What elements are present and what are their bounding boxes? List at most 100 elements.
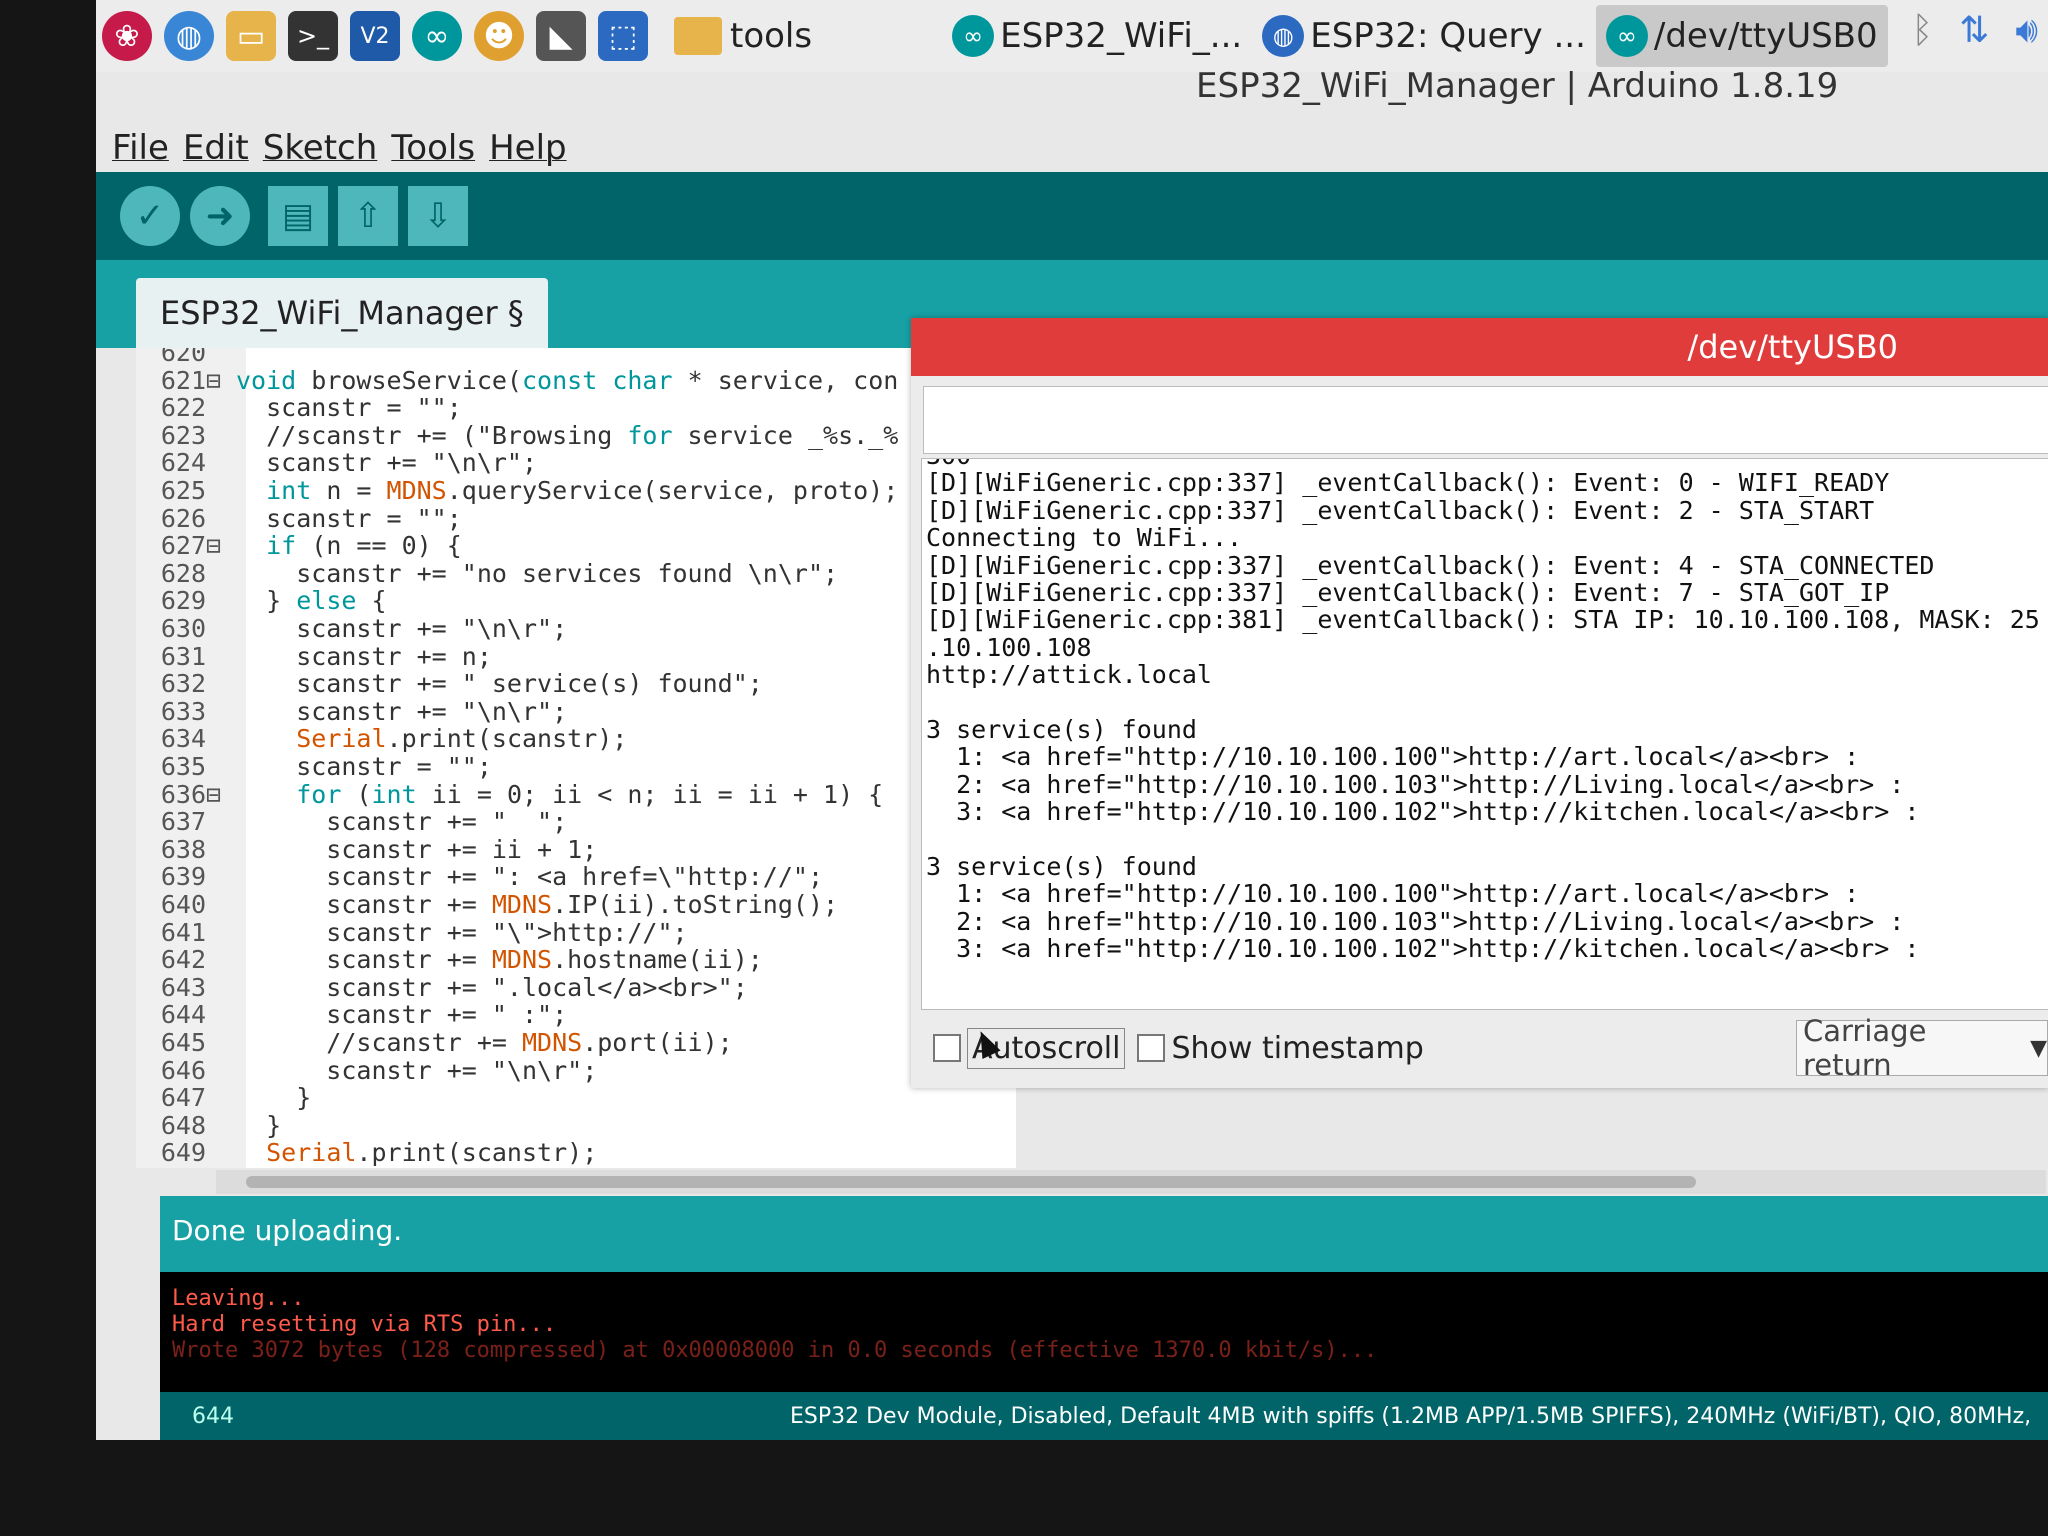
vnc-icon[interactable]: V2 [350, 11, 400, 61]
line-number: 623 [160, 420, 206, 450]
screen-select-icon[interactable]: ⬚ [598, 11, 648, 61]
footer-bar: 644 ESP32 Dev Module, Disabled, Default … [160, 1392, 2048, 1440]
status-message: Done uploading. [172, 1214, 403, 1247]
code-text: scanstr += " "; [236, 807, 568, 837]
line-number: 625 [160, 476, 206, 505]
code-line: 634 Serial.print(scanstr); [136, 724, 628, 753]
line-number: 626 [160, 503, 206, 533]
menu-sketch[interactable]: Sketch [263, 128, 378, 168]
code-text: } [236, 1110, 282, 1140]
menu-tools[interactable]: Tools [391, 128, 475, 168]
status-bar: Done uploading. [160, 1196, 2048, 1272]
task-label: ESP32: Query ... [1310, 16, 1586, 56]
code-text: for (int ii = 0; ii < n; ii = ii + 1) { [296, 779, 884, 809]
bluetooth-icon[interactable]: ᛒ [1912, 10, 1934, 52]
code-text: scanstr += "no services found \n\r"; [236, 558, 839, 588]
code-text: scanstr += " :"; [236, 1000, 568, 1030]
task-esp32-wifi[interactable]: ∞ ESP32_WiFi_... [942, 5, 1252, 67]
show-timestamp-checkbox[interactable] [1137, 1034, 1166, 1062]
task-esp32-query[interactable]: ◍ ESP32: Query ... [1252, 5, 1596, 67]
task-serial-monitor[interactable]: ∞ /dev/ttyUSB0 [1595, 5, 1888, 67]
line-number: 624 [160, 448, 206, 478]
code-line: 633 scanstr += "\n\r"; [136, 696, 567, 726]
menu-edit[interactable]: Edit [183, 128, 249, 168]
code-text: scanstr = ""; [236, 503, 462, 533]
line-number: 631 [160, 641, 206, 671]
serial-line: 3 service(s) found [926, 852, 1197, 881]
line-number: 649 [160, 1138, 206, 1168]
network-icon[interactable]: ⇅ [1959, 10, 1989, 52]
raspberry-menu-icon[interactable]: ❀ [102, 11, 152, 61]
serial-line: 1: <a href="http://10.10.100.100">http:/… [926, 879, 1860, 909]
fold-toggle[interactable]: ⊟ [206, 780, 236, 809]
code-line: 626 scanstr = ""; [136, 503, 462, 533]
taskbar-folder-tools[interactable]: tools [674, 16, 812, 56]
line-number: 633 [160, 696, 206, 726]
chevron-down-icon: ▼ [2030, 1035, 2047, 1061]
code-line: 636⊟ for (int ii = 0; ii < n; ii = ii + … [136, 779, 884, 809]
autoscroll-checkbox[interactable] [933, 1034, 961, 1062]
code-line: 641 scanstr += "\">http://"; [136, 918, 688, 947]
line-ending-select[interactable]: Carriage return ▼ [1796, 1014, 2048, 1082]
open-button[interactable]: ⇧ [338, 186, 398, 246]
serial-line: 1: <a href="http://10.10.100.100">http:/… [926, 742, 1860, 772]
code-line: 638 scanstr += ii + 1; [136, 835, 597, 864]
code-text: //scanstr += ("Browsing for service _%s.… [236, 420, 899, 450]
arduino-icon[interactable]: ∞ [412, 11, 462, 61]
line-number: 648 [160, 1110, 206, 1140]
code-text: scanstr = ""; [236, 393, 462, 423]
fold-toggle[interactable]: ⊟ [206, 366, 236, 395]
arrow-up-icon: ⇧ [353, 196, 383, 236]
editor-horizontal-scrollbar[interactable] [216, 1170, 2046, 1194]
show-timestamp-label: Show timestamp [1171, 1030, 1424, 1066]
code-line: 625 int n = MDNS.queryService(service, p… [136, 476, 898, 505]
code-line: 645 //scanstr += MDNS.port(ii); [136, 1028, 733, 1057]
save-button[interactable]: ⇩ [408, 186, 468, 246]
upload-button[interactable]: ➜ [190, 186, 250, 246]
browser-icon[interactable]: ◍ [164, 11, 214, 61]
serial-line: Connecting to WiFi... [926, 523, 1243, 553]
serial-line: [D][WiFiGeneric.cpp:337] _eventCallback(… [926, 550, 1935, 580]
task-label: /dev/ttyUSB0 [1653, 16, 1878, 56]
file-manager-icon[interactable]: ▭ [226, 11, 276, 61]
volume-icon[interactable]: 🔊︎ [2015, 10, 2038, 52]
serial-line: 2: <a href="http://10.10.100.103">http:/… [926, 906, 1905, 936]
code-text: Serial.print(scanstr); [266, 1138, 598, 1168]
line-number: 635 [160, 752, 206, 781]
serial-output[interactable]: 300[D][WiFiGeneric.cpp:337] _eventCallba… [921, 458, 2048, 1010]
scrollbar-thumb[interactable] [246, 1176, 1696, 1188]
line-number: 646 [160, 1055, 206, 1085]
arduino-icon: ∞ [952, 15, 995, 57]
scratch-icon[interactable]: ◣ [536, 11, 586, 61]
gimp-icon[interactable]: ☻ [474, 11, 524, 61]
line-number: 620 [160, 348, 206, 367]
output-console[interactable]: Leaving... Hard resetting via RTS pin...… [160, 1272, 2048, 1392]
terminal-icon[interactable]: >_ [288, 11, 338, 61]
code-text: if (n == 0) { [266, 531, 462, 561]
serial-line: [D][WiFiGeneric.cpp:337] _eventCallback(… [926, 495, 1875, 525]
code-line: 620 [136, 348, 236, 367]
code-line: 627⊟ if (n == 0) { [136, 531, 462, 561]
code-line: 649 Serial.print(scanstr); [136, 1138, 598, 1168]
code-text: scanstr += ".local</a><br>"; [236, 972, 748, 1002]
serial-send-input[interactable] [923, 386, 2048, 454]
folder-label: tools [730, 16, 813, 56]
console-line: Hard resetting via RTS pin... [172, 1312, 557, 1337]
fold-toggle[interactable]: ⊟ [206, 531, 236, 560]
new-button[interactable]: ▤ [268, 186, 328, 246]
verify-button[interactable]: ✓ [120, 186, 180, 246]
code-line: 644 scanstr += " :"; [136, 1000, 568, 1030]
line-number: 647 [160, 1083, 206, 1113]
menu-help[interactable]: Help [489, 128, 567, 168]
code-line: 628 scanstr += "no services found \n\r"; [136, 558, 839, 588]
line-number: 636 [160, 779, 206, 809]
check-icon: ✓ [135, 196, 165, 236]
code-line: 623 //scanstr += ("Browsing for service … [136, 420, 899, 450]
tab-esp32-wifi-manager[interactable]: ESP32_WiFi_Manager § [136, 278, 548, 348]
line-number: 627 [160, 531, 206, 561]
menu-bar: File Edit Sketch Tools Help [112, 128, 567, 168]
code-editor[interactable]: 620 621⊟ void browseService(const char * s… [136, 348, 1016, 1168]
menu-file[interactable]: File [112, 128, 169, 168]
line-number: 639 [160, 862, 206, 892]
line-number: 643 [160, 972, 206, 1002]
